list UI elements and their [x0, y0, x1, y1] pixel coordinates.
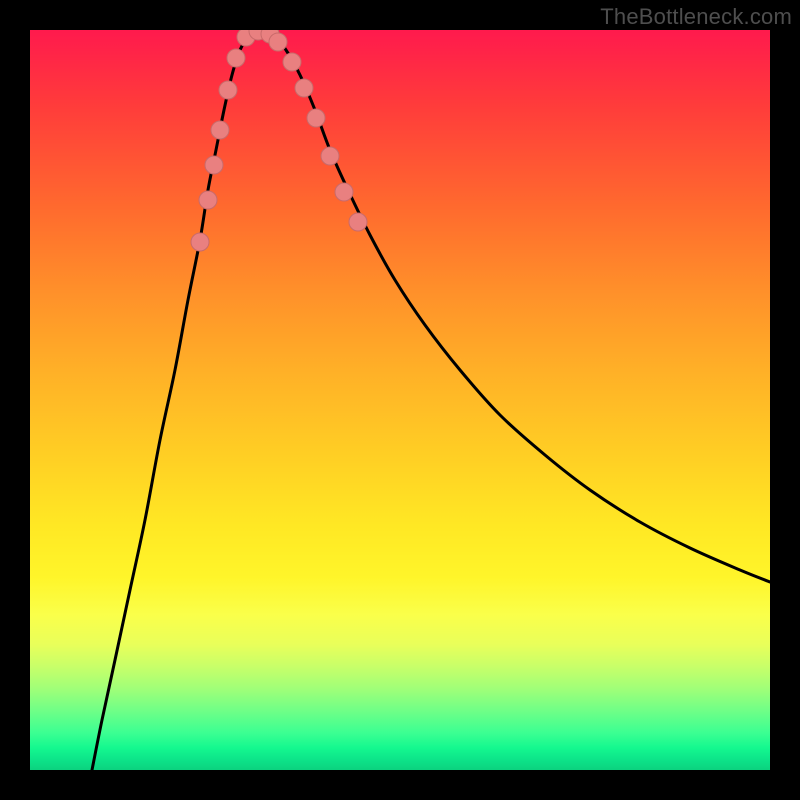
- scatter-dot: [199, 191, 217, 209]
- scatter-dot: [269, 33, 287, 51]
- scatter-dot: [191, 233, 209, 251]
- gradient-plot-area: [30, 30, 770, 770]
- scatter-dot: [349, 213, 367, 231]
- curve-svg: [30, 30, 770, 770]
- scatter-dot: [335, 183, 353, 201]
- scatter-dot: [283, 53, 301, 71]
- scatter-dot: [211, 121, 229, 139]
- scatter-dot: [219, 81, 237, 99]
- scatter-dot: [321, 147, 339, 165]
- scatter-dot: [227, 49, 245, 67]
- scatter-dot: [295, 79, 313, 97]
- watermark-text: TheBottleneck.com: [600, 4, 792, 30]
- scatter-dot: [205, 156, 223, 174]
- scatter-dot: [307, 109, 325, 127]
- chart-frame: TheBottleneck.com: [0, 0, 800, 800]
- bottleneck-curve: [92, 30, 770, 770]
